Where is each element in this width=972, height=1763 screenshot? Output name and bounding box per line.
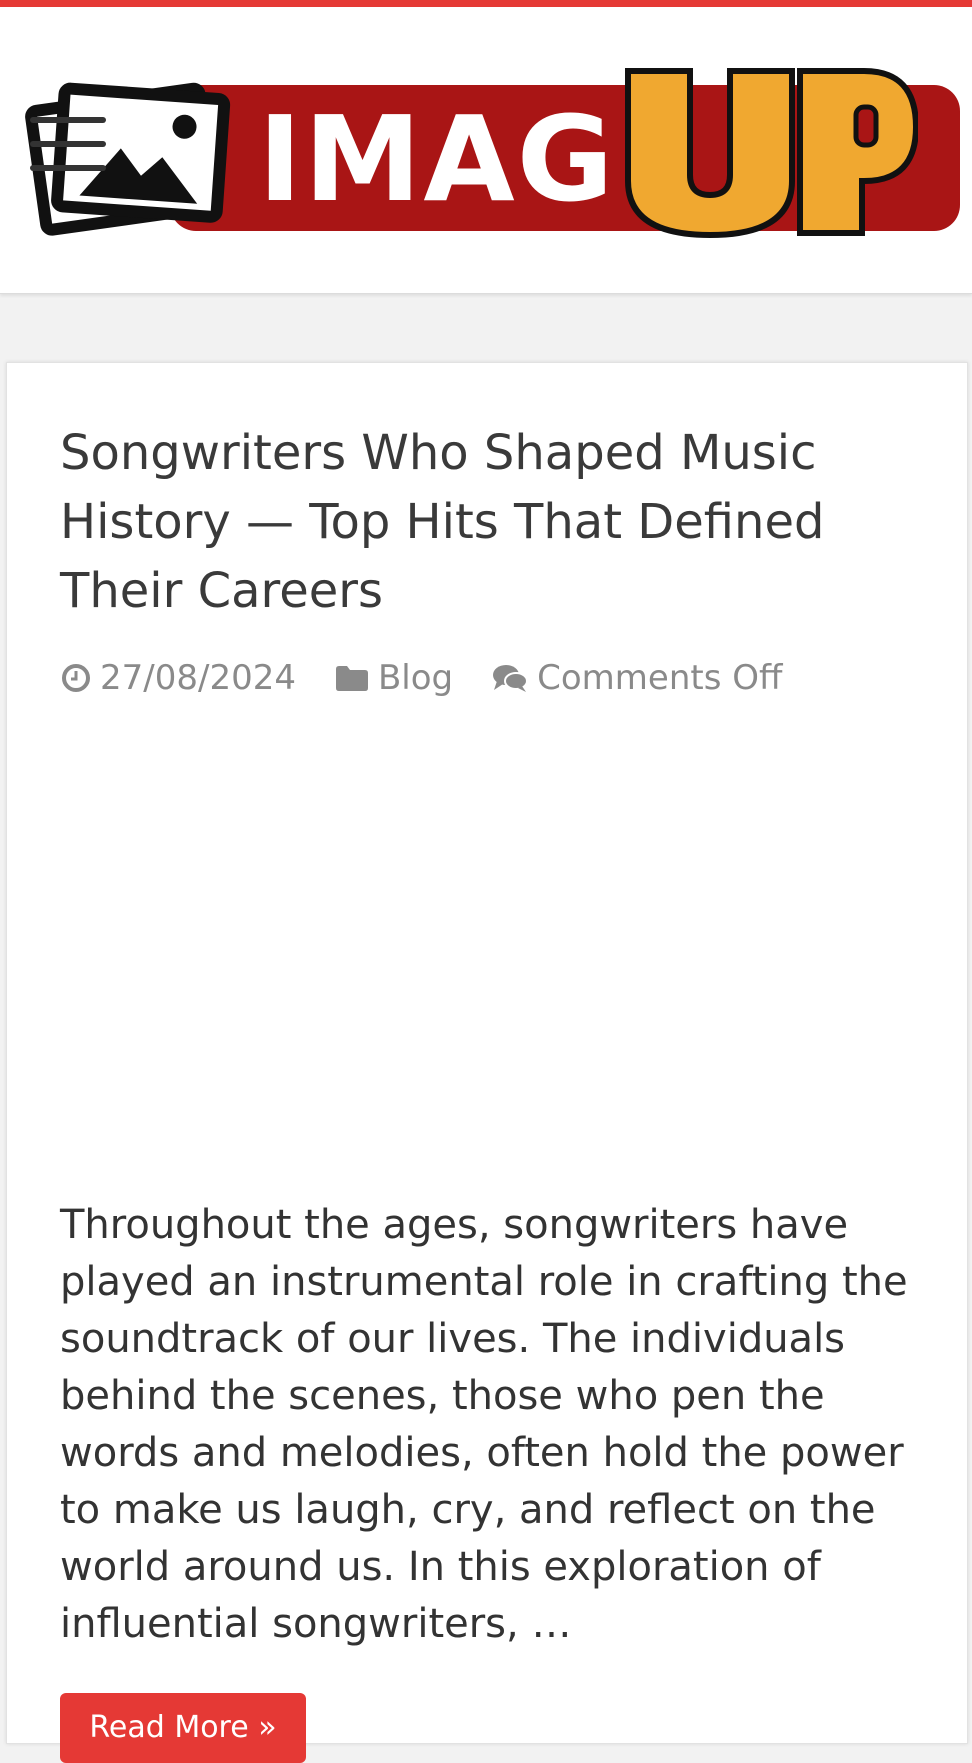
clock-icon xyxy=(62,664,90,692)
site-logo[interactable]: IMAG xyxy=(20,63,960,253)
post-title[interactable]: Songwriters Who Shaped Music History — T… xyxy=(60,419,910,626)
post-category: Blog xyxy=(334,658,453,698)
read-more-button[interactable]: Read More » xyxy=(60,1693,306,1763)
site-header: IMAG xyxy=(0,7,972,294)
post-meta: 27/08/2024 Blog Comments Off xyxy=(60,653,820,703)
post-category-link[interactable]: Blog xyxy=(378,658,453,698)
top-accent-stripe xyxy=(0,0,972,7)
post-date-text: 27/08/2024 xyxy=(100,658,296,698)
comments-icon xyxy=(493,665,529,692)
post-card: Songwriters Who Shaped Music History — T… xyxy=(6,362,968,1763)
post-date: 27/08/2024 xyxy=(60,658,296,698)
logo-wordmark: IMAG xyxy=(258,90,616,228)
post-excerpt: Throughout the ages, songwriters have pl… xyxy=(60,1202,908,1647)
folder-icon xyxy=(335,666,368,691)
post-comments: Comments Off xyxy=(491,658,782,698)
logo-up-badge xyxy=(625,68,918,239)
post-comments-text: Comments Off xyxy=(537,658,783,698)
hamburger-menu-icon[interactable] xyxy=(30,117,106,173)
